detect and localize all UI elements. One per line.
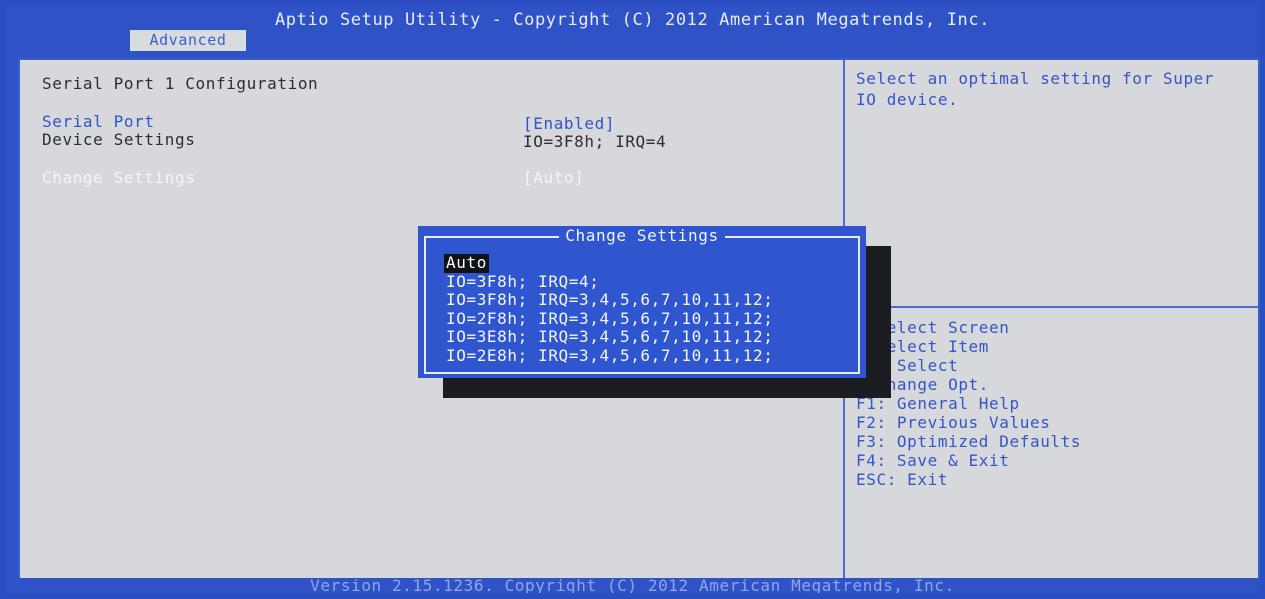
bios-window: Aptio Setup Utility - Copyright (C) 2012…	[6, 6, 1260, 593]
popup-option[interactable]: IO=2F8h; IRQ=3,4,5,6,7,10,11,12;	[446, 309, 773, 329]
popup-option[interactable]: IO=3F8h; IRQ=4;	[446, 272, 773, 292]
key-f2-previous: F2: Previous Values	[856, 413, 1051, 432]
change-settings-label[interactable]: Change Settings	[42, 168, 196, 187]
serial-port-value[interactable]: [Enabled]	[523, 114, 615, 133]
popup-option[interactable]: IO=2E8h; IRQ=3,4,5,6,7,10,11,12;	[446, 346, 773, 366]
popup-border: Change Settings Auto IO=3F8h; IRQ=4; IO=…	[424, 226, 860, 374]
popup-title: Change Settings	[426, 226, 858, 245]
version-footer: Version 2.15.1236. Copyright (C) 2012 Am…	[6, 578, 1259, 593]
change-settings-value[interactable]: [Auto]	[523, 168, 584, 187]
popup-option[interactable]: IO=3E8h; IRQ=3,4,5,6,7,10,11,12;	[446, 327, 773, 347]
tab-advanced[interactable]: Advanced	[130, 30, 246, 51]
key-esc-exit: ESC: Exit	[856, 470, 949, 489]
popup-title-text: Change Settings	[559, 226, 725, 245]
change-settings-popup: Change Settings Auto IO=3F8h; IRQ=4; IO=…	[418, 226, 866, 378]
panel-divider-horizontal	[845, 306, 1258, 308]
device-settings-label: Device Settings	[42, 130, 196, 149]
section-title: Serial Port 1 Configuration	[42, 74, 319, 93]
device-settings-value: IO=3F8h; IRQ=4	[523, 132, 667, 151]
serial-port-label[interactable]: Serial Port	[42, 112, 155, 131]
popup-option[interactable]: IO=3F8h; IRQ=3,4,5,6,7,10,11,12;	[446, 290, 773, 310]
key-f4-save-exit: F4: Save & Exit	[856, 451, 1010, 470]
popup-option[interactable]: Auto	[444, 253, 773, 273]
key-f3-defaults: F3: Optimized Defaults	[856, 432, 1082, 451]
title-bar: Aptio Setup Utility - Copyright (C) 2012…	[6, 6, 1259, 56]
help-text: Select an optimal setting for Super IO d…	[856, 69, 1215, 109]
title-text: Aptio Setup Utility - Copyright (C) 2012…	[274, 10, 991, 30]
popup-options-list: Auto IO=3F8h; IRQ=4; IO=3F8h; IRQ=3,4,5,…	[444, 253, 773, 366]
popup-option-selected[interactable]: Auto	[444, 253, 489, 273]
